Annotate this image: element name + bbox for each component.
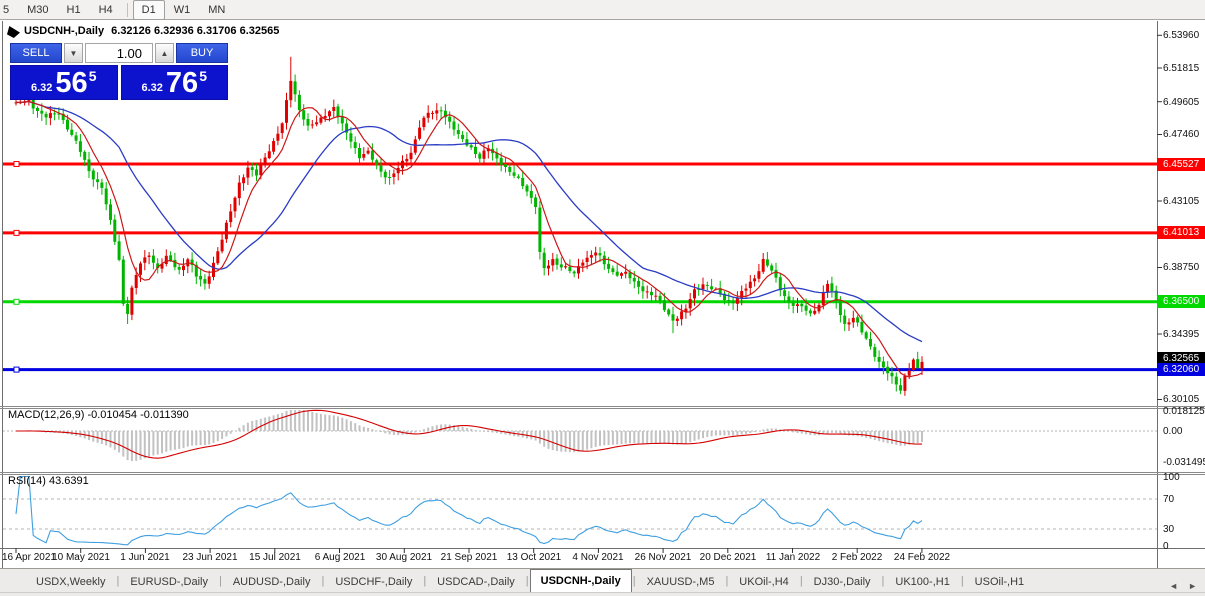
- macd-axis-label: 0.018125: [1163, 406, 1205, 417]
- sell-price-small: 6.32: [31, 82, 53, 94]
- buy-price-small: 6.32: [141, 82, 163, 94]
- date-tick-label: 30 Aug 2021: [375, 552, 433, 563]
- timeframe-button-h4[interactable]: H4: [90, 0, 122, 20]
- macd-indicator-label: MACD(12,26,9) -0.010454 -0.011390: [8, 409, 189, 421]
- price-tick-label: 6.49605: [1163, 97, 1200, 108]
- chart-title: USDCNH-,Daily 6.32126 6.32936 6.31706 6.…: [24, 25, 283, 37]
- sell-price-sup: 5: [88, 68, 97, 84]
- price-tick-label: 6.47460: [1163, 129, 1200, 140]
- chart-symbol-label: USDCNH-,Daily: [24, 25, 105, 37]
- rsi-axis-label: 30: [1163, 524, 1175, 535]
- date-tick-label: 2 Feb 2022: [831, 552, 883, 563]
- date-tick-label: 21 Sep 2021: [440, 552, 498, 563]
- hline-price-label: 6.45527: [1157, 158, 1205, 171]
- price-tick-label: 6.34395: [1163, 329, 1200, 340]
- rsi-axis-label: 70: [1163, 494, 1175, 505]
- buy-price-big: 76: [165, 67, 199, 99]
- volume-decrease-button[interactable]: ▼: [64, 43, 83, 63]
- date-tick-label: 24 Feb 2022: [893, 552, 951, 563]
- date-tick-label: 15 Jul 2021: [249, 552, 301, 563]
- timeframe-button-mn[interactable]: MN: [199, 0, 234, 20]
- chart-tab-usdcad[interactable]: USDCAD-,Daily: [427, 572, 525, 592]
- rsi-indicator-label: RSI(14) 43.6391: [8, 475, 89, 487]
- timeframe-button-5[interactable]: 5: [0, 0, 18, 20]
- toolbar-separator: [126, 2, 128, 17]
- rsi-axis-label: 100: [1163, 472, 1180, 483]
- chart-tab-xauusd[interactable]: XAUUSD-,M5: [637, 572, 725, 592]
- rsi-axis-label: 0: [1163, 541, 1169, 552]
- status-bar: [0, 592, 1205, 596]
- hline-price-label: 6.36500: [1157, 295, 1205, 308]
- timeframe-button-w1[interactable]: W1: [165, 0, 200, 20]
- buy-price-box[interactable]: 6.32 76 5: [120, 65, 228, 100]
- buy-button[interactable]: BUY: [176, 43, 228, 63]
- date-tick-label: 13 Oct 2021: [506, 552, 562, 563]
- sell-price-box[interactable]: 6.32 56 5: [10, 65, 118, 100]
- date-tick-label: 1 Jun 2021: [120, 552, 170, 563]
- hline-price-label: 6.32060: [1157, 363, 1205, 376]
- chart-tab-bar: USDX,Weekly | EURUSD-,Daily | AUDUSD-,Daily |…: [0, 568, 1205, 592]
- chart-tab-usdchf[interactable]: USDCHF-,Daily: [325, 572, 422, 592]
- sell-price-big: 56: [55, 67, 88, 99]
- timeframe-button-m30[interactable]: M30: [18, 0, 57, 20]
- chart-tab-audusd[interactable]: AUDUSD-,Daily: [223, 572, 321, 592]
- timeframe-button-d1[interactable]: D1: [132, 0, 165, 20]
- chart-tab-eurusd[interactable]: EURUSD-,Daily: [120, 572, 218, 592]
- macd-axis-label: -0.031495: [1163, 457, 1205, 468]
- date-tick-label: 20 Dec 2021: [699, 552, 757, 563]
- date-tick-label: 4 Nov 2021: [572, 552, 624, 563]
- date-tick-label: 11 Jan 2022: [765, 552, 821, 563]
- date-tick-label: 6 Aug 2021: [314, 552, 366, 563]
- chart-tab-usdcnh[interactable]: USDCNH-,Daily: [529, 569, 632, 592]
- price-tick-label: 6.43105: [1163, 196, 1200, 207]
- date-tick-label: 10 May 2021: [52, 552, 110, 563]
- volume-input[interactable]: 1.00: [85, 43, 153, 63]
- price-tick-label: 6.53960: [1163, 30, 1200, 41]
- date-tick-label: 26 Nov 2021: [634, 552, 692, 563]
- terminal-window: 5 M30 H1 H4 D1 W1 MN USDCNH-,Daily 6.32126 6.3…: [0, 0, 1205, 596]
- chart-ohlc-values: 6.32126 6.32936 6.31706 6.32565: [111, 25, 280, 37]
- chart-tab-dj30[interactable]: DJ30-,Daily: [804, 572, 881, 592]
- price-tick-label: 6.30105: [1163, 394, 1200, 405]
- tab-scroll-left-icon[interactable]: ◄: [1169, 581, 1178, 591]
- sell-button[interactable]: SELL: [10, 43, 62, 63]
- tab-scroll-right-icon[interactable]: ►: [1188, 581, 1197, 591]
- date-tick-label: 23 Jun 2021: [182, 552, 238, 563]
- chart-tab-uk100[interactable]: UK100-,H1: [885, 572, 959, 592]
- timeframe-toolbar: 5 M30 H1 H4 D1 W1 MN: [0, 0, 1205, 20]
- one-click-trading-panel: SELL ▼ 1.00 ▲ BUY 6.32 56 5 6.32 76 5: [10, 43, 228, 100]
- chart-tab-ukoil[interactable]: UKOil-,H4: [729, 572, 799, 592]
- volume-increase-button[interactable]: ▲: [155, 43, 174, 63]
- tab-scroll-arrows: ◄ ►: [1169, 581, 1197, 591]
- timeframe-button-h1[interactable]: H1: [58, 0, 90, 20]
- price-tick-label: 6.51815: [1163, 63, 1200, 74]
- price-tick-label: 6.38750: [1163, 262, 1200, 273]
- buy-price-sup: 5: [199, 68, 207, 84]
- macd-axis-label: 0.00: [1163, 426, 1183, 437]
- chart-tab-usoil[interactable]: USOil-,H1: [965, 572, 1035, 592]
- hline-price-label: 6.41013: [1157, 226, 1205, 239]
- chart-tab-usdx[interactable]: USDX,Weekly: [26, 572, 115, 592]
